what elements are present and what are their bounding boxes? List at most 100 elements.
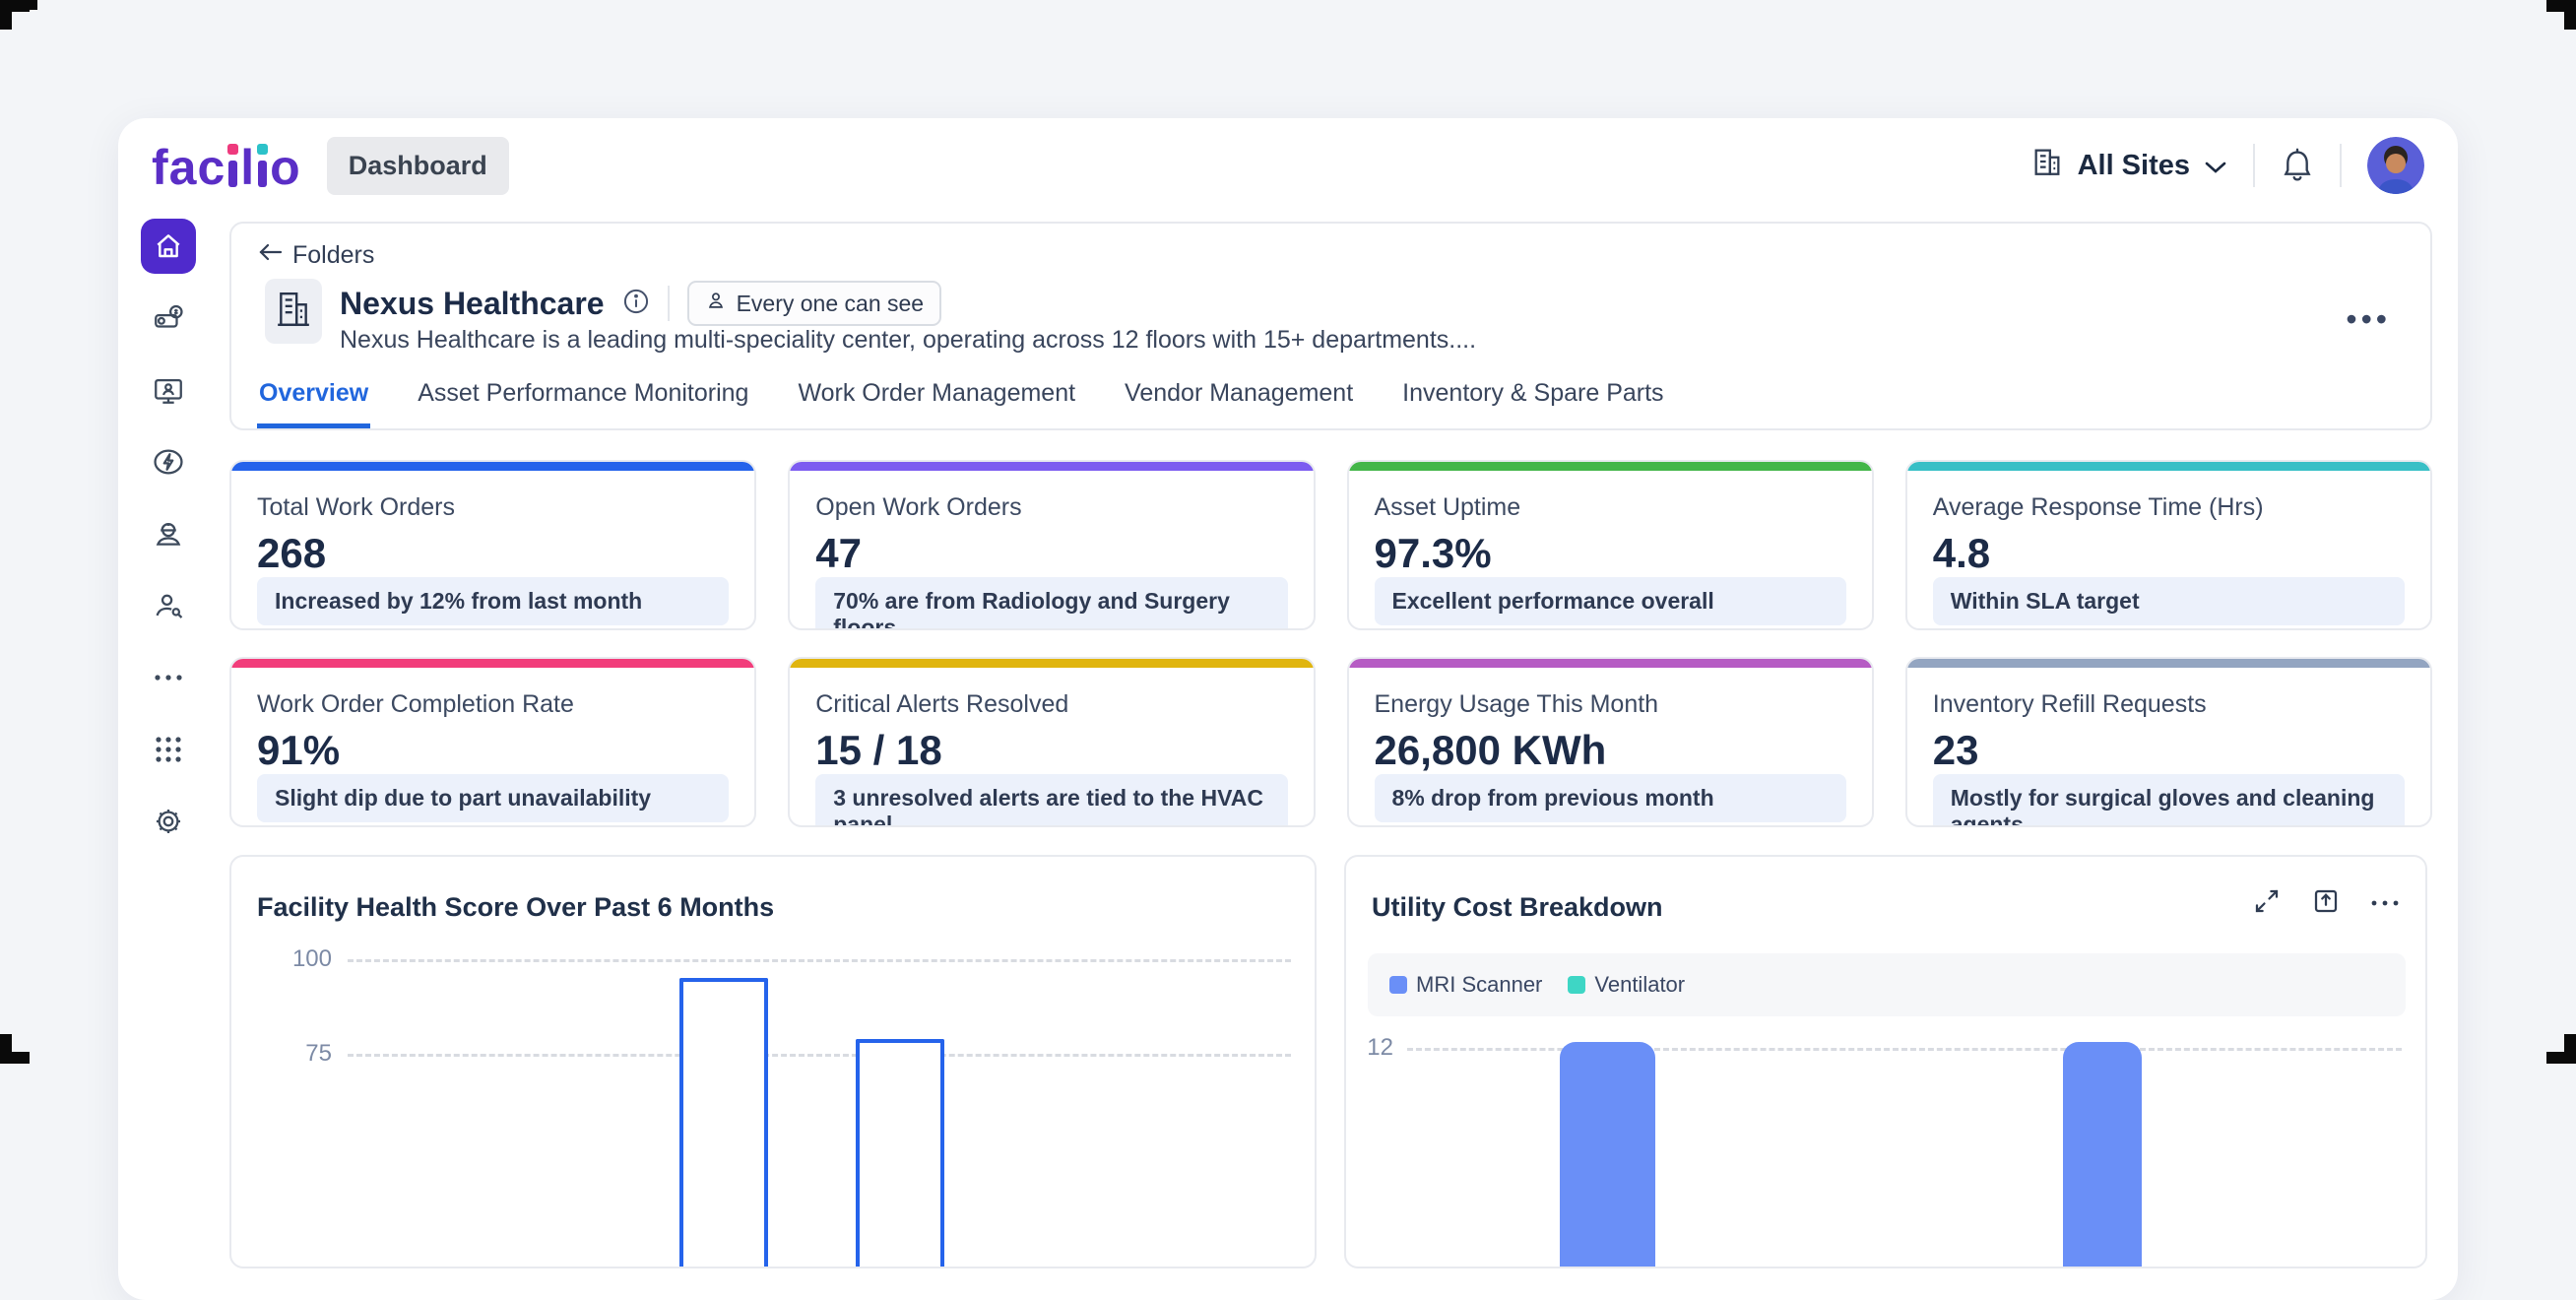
kpi-note: 70% are from Radiology and Surgery floor… [815, 577, 1287, 630]
page-title: Nexus Healthcare [340, 286, 605, 322]
topbar-divider [2340, 144, 2342, 187]
back-to-folders-link[interactable]: Folders [257, 241, 374, 270]
kpi-card-asset-uptime: Asset Uptime 97.3% Excellent performance… [1347, 460, 1874, 630]
user-avatar[interactable] [2367, 137, 2424, 194]
site-selector-label: All Sites [2078, 150, 2190, 182]
tab-inventory-spare-parts[interactable]: Inventory & Spare Parts [1400, 379, 1665, 428]
bell-icon [2281, 147, 2314, 185]
kpi-accent-bar [1907, 462, 2430, 471]
tab-work-order-management[interactable]: Work Order Management [796, 379, 1077, 428]
health-chart-plot [231, 857, 1315, 1267]
kpi-value: 47 [815, 530, 1287, 577]
site-selector[interactable]: All Sites [2030, 145, 2227, 186]
kpi-card-average-response-time: Average Response Time (Hrs) 4.8 Within S… [1905, 460, 2432, 630]
logo-dot-teal [257, 144, 268, 155]
dashboard-chip[interactable]: Dashboard [327, 137, 509, 195]
kpi-accent-bar [790, 462, 1313, 471]
kpi-label: Critical Alerts Resolved [815, 690, 1287, 719]
sidebar-item-technician[interactable] [141, 506, 196, 561]
back-arrow-icon [257, 241, 283, 270]
kpi-value: 26,800 KWh [1375, 727, 1846, 774]
sidebar-item-home[interactable] [141, 219, 196, 274]
gear-icon [152, 805, 185, 838]
title-divider [668, 286, 670, 321]
health-bar[interactable] [856, 1039, 944, 1268]
kpi-accent-bar [1349, 659, 1872, 668]
kpi-label: Asset Uptime [1375, 493, 1846, 522]
kpi-label: Energy Usage This Month [1375, 690, 1846, 719]
visibility-badge[interactable]: Every one can see [687, 281, 942, 326]
person-icon [705, 290, 727, 317]
chevron-down-icon [2204, 150, 2227, 182]
kpi-accent-bar [1907, 659, 2430, 668]
sidebar-item-more[interactable] [141, 650, 196, 705]
kpi-value: 268 [257, 530, 729, 577]
utility-bar-mri-scanner[interactable] [1560, 1042, 1655, 1268]
kpi-note: Slight dip due to part unavailability [257, 774, 729, 822]
kpi-card-work-order-completion-rate: Work Order Completion Rate 91% Slight di… [229, 657, 756, 827]
folder-tabs: Overview Asset Performance Monitoring Wo… [257, 379, 1666, 428]
display-person-icon [152, 373, 185, 407]
kpi-value: 97.3% [1375, 530, 1846, 577]
info-icon[interactable] [622, 288, 650, 320]
kpi-note: Mostly for surgical gloves and cleaning … [1933, 774, 2405, 827]
kpi-accent-bar [231, 462, 754, 471]
kpi-note: 8% drop from previous month [1375, 774, 1846, 822]
building-icon [2030, 145, 2064, 186]
top-bar: faclo Dashboard All Sites [118, 118, 2458, 213]
folder-more-button[interactable]: ••• [2340, 300, 2397, 339]
tab-vendor-management[interactable]: Vendor Management [1123, 379, 1355, 428]
kpi-card-inventory-refill-requests: Inventory Refill Requests 23 Mostly for … [1905, 657, 2432, 827]
sidebar-item-settings[interactable] [141, 794, 196, 849]
kpi-accent-bar [231, 659, 754, 668]
kpi-card-energy-usage: Energy Usage This Month 26,800 KWh 8% dr… [1347, 657, 1874, 827]
kpi-card-open-work-orders: Open Work Orders 47 70% are from Radiolo… [788, 460, 1315, 630]
facility-health-chart-card: Facility Health Score Over Past 6 Months… [229, 855, 1317, 1268]
technician-icon [152, 517, 185, 551]
energy-bolt-icon [152, 445, 185, 479]
folder-title-row: Nexus Healthcare Every one can see [340, 281, 941, 326]
kpi-accent-bar [1349, 462, 1872, 471]
kpi-label: Work Order Completion Rate [257, 690, 729, 719]
folder-header-card: Folders Nexus Healthcare [229, 222, 2432, 430]
tab-asset-performance-monitoring[interactable]: Asset Performance Monitoring [416, 379, 750, 428]
kpi-label: Open Work Orders [815, 493, 1287, 522]
notifications-button[interactable] [2281, 147, 2314, 185]
app-grid-icon [154, 735, 183, 764]
kpi-note: 3 unresolved alerts are tied to the HVAC… [815, 774, 1287, 827]
kpi-grid: Total Work Orders 268 Increased by 12% f… [229, 460, 2432, 827]
sidebar-item-tenant-key[interactable] [141, 578, 196, 633]
kpi-card-critical-alerts-resolved: Critical Alerts Resolved 15 / 18 3 unres… [788, 657, 1315, 827]
kpi-note: Increased by 12% from last month [257, 577, 729, 625]
person-key-icon [152, 589, 185, 622]
topbar-divider [2253, 144, 2255, 187]
top-bar-right: All Sites [2030, 137, 2424, 194]
kpi-label: Inventory Refill Requests [1933, 690, 2405, 719]
app-window: faclo Dashboard All Sites [118, 118, 2458, 1300]
logo-dot-pink [227, 144, 238, 155]
sidebar-item-display-kiosk[interactable] [141, 362, 196, 418]
folder-description: Nexus Healthcare is a leading multi-spec… [340, 326, 1476, 355]
kpi-accent-bar [790, 659, 1313, 668]
kpi-note: Excellent performance overall [1375, 577, 1846, 625]
kpi-note: Within SLA target [1933, 577, 2405, 625]
kpi-label: Average Response Time (Hrs) [1933, 493, 2405, 522]
kpi-value: 91% [257, 727, 729, 774]
kpi-value: 23 [1933, 727, 2405, 774]
sidebar-rail [136, 219, 201, 866]
sidebar-item-energy[interactable] [141, 434, 196, 489]
visibility-badge-label: Every one can see [737, 291, 925, 317]
utility-cost-chart-card: Utility Cost Breakdown [1344, 855, 2427, 1268]
tab-overview[interactable]: Overview [257, 379, 370, 428]
back-link-label: Folders [292, 241, 374, 270]
utility-chart-plot [1346, 857, 2425, 1267]
asset-cost-icon [152, 301, 185, 335]
health-bar[interactable] [679, 978, 768, 1268]
utility-bar-mri-scanner[interactable] [2063, 1042, 2142, 1268]
ellipsis-icon [152, 673, 185, 682]
sidebar-item-asset-cost[interactable] [141, 291, 196, 346]
kpi-card-total-work-orders: Total Work Orders 268 Increased by 12% f… [229, 460, 756, 630]
facilio-logo: faclo [152, 144, 301, 187]
sidebar-item-app-grid[interactable] [141, 722, 196, 777]
folder-building-tile [265, 279, 322, 344]
